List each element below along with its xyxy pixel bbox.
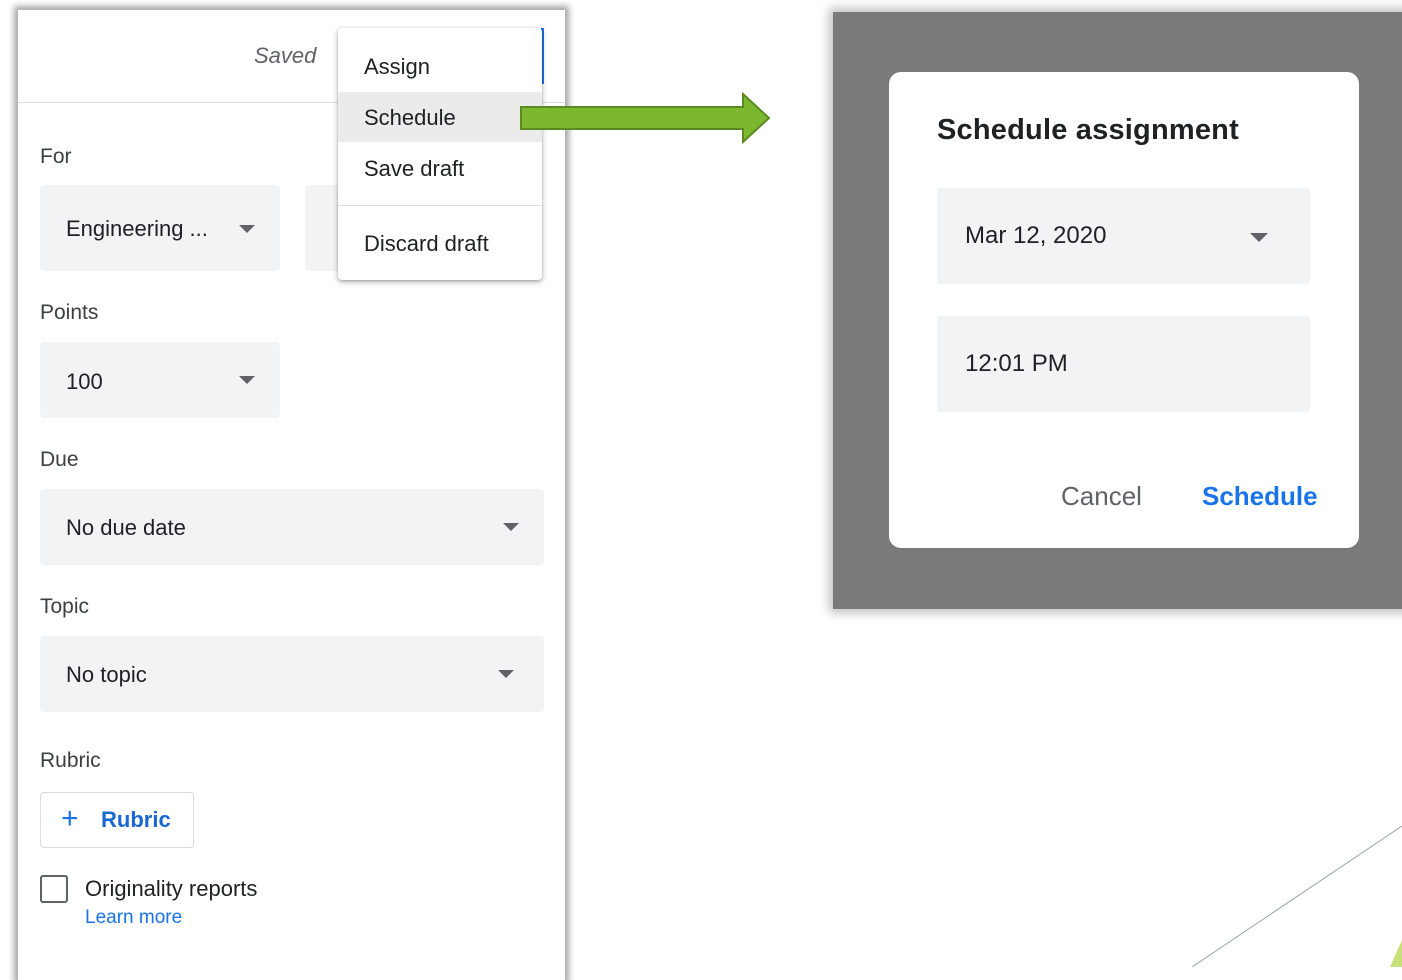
dropdown-caret-icon (1250, 233, 1268, 242)
date-value: Mar 12, 2020 (965, 222, 1107, 249)
plus-icon: + (61, 802, 79, 835)
dropdown-caret-icon (498, 670, 514, 678)
menu-item-save-draft[interactable]: Save draft (338, 143, 542, 193)
assign-options-menu: Assign Schedule Save draft Discard draft (338, 28, 542, 280)
dialog-title: Schedule assignment (937, 114, 1239, 146)
topic-value: No topic (66, 662, 147, 687)
menu-item-discard-draft[interactable]: Discard draft (338, 218, 542, 268)
menu-item-schedule[interactable]: Schedule (338, 92, 542, 142)
learn-more-link[interactable]: Learn more (85, 907, 182, 929)
originality-checkbox[interactable] (40, 875, 68, 903)
points-select-value: 100 (66, 369, 103, 394)
class-select-value: Engineering ... (66, 216, 208, 241)
for-label: For (40, 145, 72, 168)
time-input[interactable]: 12:01 PM (937, 316, 1310, 412)
menu-item-assign[interactable]: Assign (338, 41, 542, 91)
cancel-button[interactable]: Cancel (1061, 481, 1142, 512)
topic-select[interactable]: No topic (40, 636, 544, 712)
save-status: Saved (254, 43, 317, 68)
add-rubric-label: Rubric (101, 807, 171, 832)
points-select[interactable]: 100 (40, 342, 280, 418)
add-rubric-button[interactable]: + Rubric (40, 792, 194, 848)
decorative-lines (1191, 825, 1402, 967)
rubric-label: Rubric (40, 749, 101, 772)
due-date-select[interactable]: No due date (40, 489, 544, 565)
originality-label: Originality reports (85, 876, 258, 901)
schedule-dialog: Schedule assignment Mar 12, 2020 12:01 P… (889, 72, 1359, 548)
points-label: Points (40, 301, 99, 324)
due-label: Due (40, 448, 79, 471)
due-date-value: No due date (66, 515, 186, 540)
dropdown-caret-icon (503, 523, 519, 531)
time-value: 12:01 PM (965, 350, 1068, 377)
right-arrow-icon (520, 92, 771, 144)
topic-label: Topic (40, 595, 90, 618)
menu-item-label: Save draft (364, 156, 465, 181)
dropdown-caret-icon (239, 376, 255, 384)
menu-divider (338, 205, 542, 206)
schedule-dialog-backdrop: Schedule assignment Mar 12, 2020 12:01 P… (833, 12, 1402, 609)
schedule-button[interactable]: Schedule (1202, 481, 1318, 512)
menu-item-label: Assign (364, 54, 431, 79)
menu-item-label: Schedule (364, 105, 456, 130)
dropdown-caret-icon (239, 225, 255, 233)
class-select[interactable]: Engineering ... (40, 185, 280, 271)
date-select[interactable]: Mar 12, 2020 (937, 188, 1310, 284)
menu-item-label: Discard draft (364, 231, 489, 256)
